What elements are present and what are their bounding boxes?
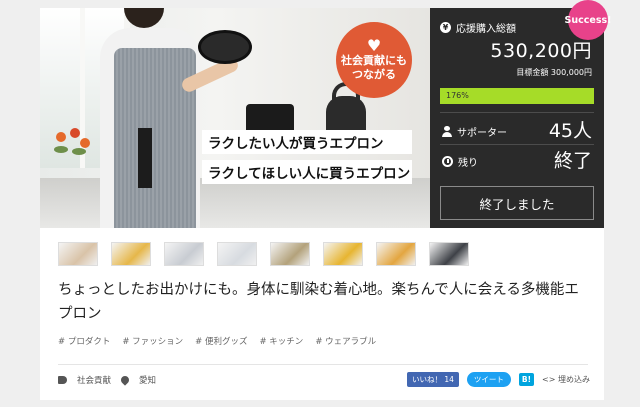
embed-button[interactable]: <> 埋め込み: [542, 374, 590, 385]
person-icon: [442, 126, 452, 137]
thumbnail-1[interactable]: [58, 242, 98, 266]
tweet-button[interactable]: ツイート: [466, 372, 511, 387]
thumbnail-strip: [58, 242, 469, 266]
caption-line-2: ラクしてほしい人に買うエプロン: [202, 160, 412, 184]
funding-panel: Success! ¥ 応援購入総額 530,200円 目標金額 300,000円…: [430, 0, 611, 228]
goal-amount: 目標金額 300,000円: [516, 68, 592, 77]
remaining-value: 終了: [553, 150, 592, 172]
caption-line-1: ラクしたい人が買うエプロン: [202, 130, 412, 154]
project-card: ♥ 社会貢献にも つながる ラクしたい人が買うエプロン ラクしてほしい人に買うエ…: [40, 0, 611, 400]
category-link[interactable]: 社会貢献: [77, 374, 111, 386]
supporters-count: 45人: [548, 120, 592, 142]
tag-link[interactable]: # 便利グッズ: [195, 335, 247, 347]
tag-link[interactable]: # ファッション: [122, 335, 183, 347]
remaining-row: 残り: [442, 154, 478, 169]
success-badge: Success!: [565, 0, 611, 40]
tag-link[interactable]: # キッチン: [259, 335, 303, 347]
divider: [440, 144, 594, 145]
hero-caption: ラクしたい人が買うエプロン ラクしてほしい人に買うエプロン: [202, 130, 412, 190]
thumbnail-8[interactable]: [429, 242, 469, 266]
apron-illustration: [114, 48, 196, 228]
thumbnail-3[interactable]: [164, 242, 204, 266]
total-amount: 530,200円: [490, 40, 592, 62]
location-link[interactable]: 愛知: [139, 374, 156, 386]
divider: [440, 112, 594, 113]
heart-hand-icon: ♥: [366, 36, 382, 55]
progress-fill: 176%: [440, 88, 594, 104]
project-meta: 社会貢献 愛知: [58, 374, 156, 386]
ended-button[interactable]: 終了しました: [440, 186, 594, 220]
location-pin-icon: [119, 374, 131, 386]
thumbnail-7[interactable]: [376, 242, 416, 266]
tag-icon: [58, 376, 67, 384]
clock-icon: [442, 156, 453, 167]
thumbnail-2[interactable]: [111, 242, 151, 266]
social-contribution-badge: ♥ 社会貢献にも つながる: [336, 22, 412, 98]
embed-label: 埋め込み: [558, 375, 590, 384]
thumbnail-6[interactable]: [323, 242, 363, 266]
social-buttons: いいね！ 14 ツイート B! <> 埋め込み: [406, 372, 590, 387]
project-description: ちょっとしたお出かけにも。身体に馴染む着心地。楽ちんで人に会える多機能エプロン: [58, 282, 579, 322]
thumbnail-5[interactable]: [270, 242, 310, 266]
project-hero-image[interactable]: ♥ 社会貢献にも つながる ラクしたい人が買うエプロン ラクしてほしい人に買うエ…: [40, 8, 430, 228]
badge-text: 社会貢献にも つながる: [341, 54, 407, 81]
facebook-like-button[interactable]: いいね！ 14: [406, 372, 459, 387]
tag-list: # プロダクト # ファッション # 便利グッズ # キッチン # ウェアラブル: [58, 335, 376, 347]
thumbnail-4[interactable]: [217, 242, 257, 266]
pot-lid-illustration: [198, 30, 252, 64]
total-label: 応援購入総額: [456, 24, 516, 35]
total-label-row: ¥ 応援購入総額: [440, 20, 516, 35]
flowers-illustration: [50, 128, 96, 178]
hatena-bookmark-button[interactable]: B!: [518, 373, 535, 386]
yen-icon: ¥: [440, 22, 451, 33]
divider: [58, 364, 588, 365]
progress-bar: 176%: [440, 88, 594, 104]
supporters-row: サポーター: [442, 124, 507, 139]
tag-link[interactable]: # ウェアラブル: [315, 335, 376, 347]
supporters-label: サポーター: [457, 128, 507, 139]
remaining-label: 残り: [458, 158, 478, 169]
tag-link[interactable]: # プロダクト: [58, 335, 110, 347]
